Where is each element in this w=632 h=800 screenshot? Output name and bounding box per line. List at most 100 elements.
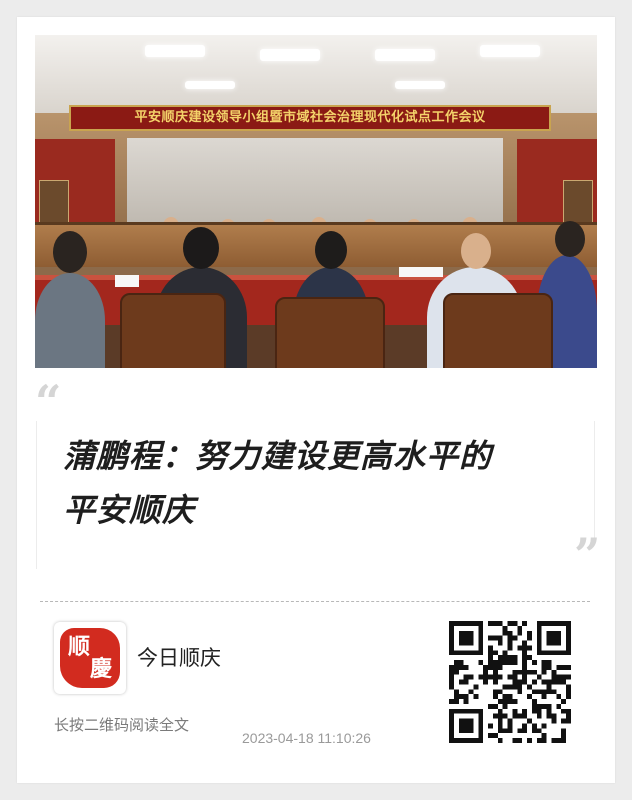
qr-module	[502, 650, 508, 656]
qr-module	[478, 718, 484, 724]
qr-module	[512, 738, 518, 743]
qr-module	[561, 733, 567, 739]
qr-module	[536, 689, 542, 695]
qr-module	[468, 738, 474, 743]
qr-module	[488, 733, 493, 739]
qr-module	[449, 718, 454, 724]
logo-char-1: 顺	[68, 634, 91, 660]
source-logo[interactable]: 顺 慶	[54, 622, 126, 694]
qr-module	[488, 703, 493, 709]
qr-module	[522, 723, 528, 729]
qr-module	[458, 694, 464, 700]
chair	[120, 293, 226, 368]
qr-module	[512, 669, 518, 675]
qr-module	[522, 621, 528, 626]
qr-module	[463, 664, 469, 670]
qr-module	[527, 684, 532, 690]
qr-module	[536, 708, 542, 714]
qr-module	[458, 679, 464, 685]
qr-hint: 长按二维码阅读全文	[54, 716, 190, 734]
qr-module	[502, 655, 508, 661]
qr-module	[497, 664, 503, 670]
qr-module	[517, 630, 523, 636]
qr-module	[483, 674, 489, 680]
qr-module	[536, 635, 542, 641]
qr-module	[502, 625, 508, 631]
qr-module	[478, 625, 484, 631]
qr-module	[453, 738, 459, 743]
qr-module	[566, 645, 571, 651]
qr-module	[527, 694, 532, 700]
qr-module	[468, 689, 474, 695]
qr-module	[468, 723, 474, 729]
qr-module	[522, 660, 528, 665]
qr-module	[458, 718, 464, 724]
article-title[interactable]: 蒲鹏程：努力建设更高水平的 平安顺庆	[63, 429, 573, 537]
qr-module	[453, 708, 459, 714]
qr-module	[531, 689, 537, 695]
qr-module	[463, 635, 469, 641]
qr-module	[458, 630, 464, 636]
qr-module	[463, 723, 469, 729]
qr-module	[527, 669, 532, 675]
qr-module	[556, 674, 562, 680]
qr-module	[478, 621, 484, 626]
qr-module	[561, 679, 567, 685]
qr-module	[507, 645, 513, 651]
qr-module	[551, 669, 557, 675]
qr-module	[502, 660, 508, 665]
qr-module	[463, 650, 469, 656]
qr-module	[449, 728, 454, 734]
qr-module	[531, 669, 537, 675]
qr-module	[449, 621, 454, 626]
qr-module	[478, 650, 484, 656]
qr-module	[497, 718, 503, 724]
banner-text: 平安顺庆建设领导小组暨市域社会治理现代化试点工作会议	[134, 110, 486, 125]
qr-module	[566, 625, 571, 631]
source-name[interactable]: 今日顺庆	[137, 644, 221, 672]
qr-module	[531, 708, 537, 714]
qr-module	[458, 660, 464, 665]
qr-module	[561, 699, 567, 704]
qr-module	[478, 674, 484, 680]
qr-module	[488, 635, 493, 641]
qr-module	[497, 708, 503, 714]
qr-module	[478, 728, 484, 734]
qr-module	[556, 640, 562, 646]
qr-module	[478, 635, 484, 641]
qr-module	[492, 660, 498, 665]
qr-module	[449, 650, 454, 656]
qr-module	[561, 708, 567, 714]
qr-module	[522, 664, 528, 670]
qr-module	[512, 684, 518, 690]
qr-module	[551, 679, 557, 685]
qr-module	[458, 650, 464, 656]
qr-module	[561, 621, 567, 626]
qr-module	[492, 635, 498, 641]
qr-module	[497, 728, 503, 734]
qr-module	[561, 738, 567, 743]
qr-module	[453, 660, 459, 665]
qr-module	[449, 640, 454, 646]
qr-module	[492, 650, 498, 656]
qr-module	[468, 728, 474, 734]
qr-module	[502, 703, 508, 709]
ceiling-light	[185, 81, 235, 89]
qr-module	[453, 621, 459, 626]
qr-module	[517, 738, 523, 743]
qr-module	[556, 703, 562, 709]
qr-module	[566, 674, 571, 680]
qr-module	[546, 650, 552, 656]
qr-code[interactable]	[449, 621, 571, 743]
qr-module	[517, 669, 523, 675]
qr-module	[453, 699, 459, 704]
qr-module	[478, 723, 484, 729]
qr-module	[488, 660, 493, 665]
qr-module	[556, 650, 562, 656]
qr-module	[551, 718, 557, 724]
qr-module	[546, 621, 552, 626]
qr-module	[497, 738, 503, 743]
meeting-photo[interactable]: 平安顺庆建设领导小组暨市域社会治理现代化试点工作会议	[35, 35, 597, 368]
qr-module	[488, 645, 493, 651]
qr-module	[522, 679, 528, 685]
